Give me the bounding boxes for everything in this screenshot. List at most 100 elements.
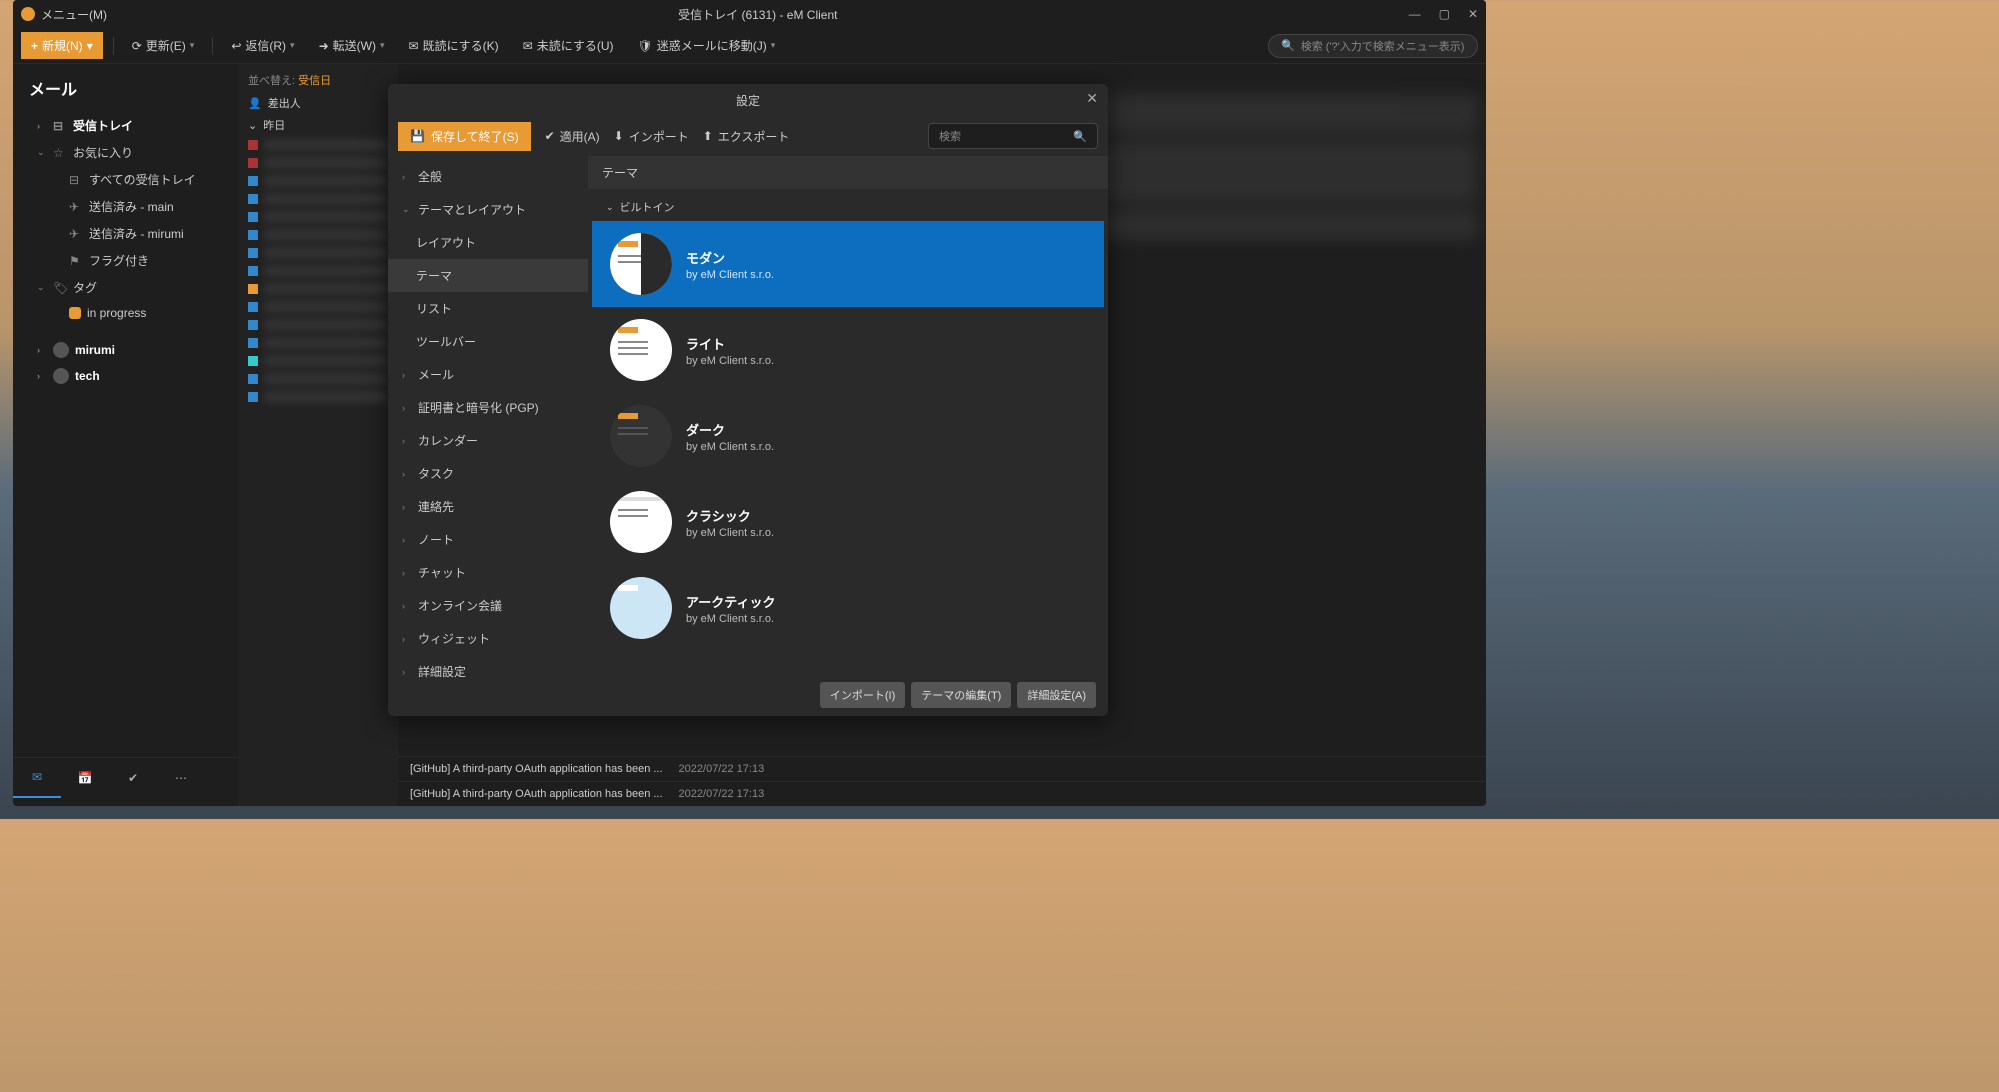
settings-dialog: 設定 ✕ 💾保存して終了(S) ✔適用(A) ⬇インポート ⬆エクスポート 検索… — [388, 84, 1108, 716]
search-icon: 🔍 — [1281, 39, 1295, 52]
close-icon[interactable]: ✕ — [1468, 7, 1478, 21]
nav-layout[interactable]: レイアウト — [388, 226, 588, 259]
theme-modern[interactable]: モダンby eM Client s.r.o. — [592, 221, 1104, 307]
sidebar-tag-inprogress[interactable]: in progress — [13, 301, 238, 325]
list-item[interactable] — [238, 388, 398, 406]
theme-arctic[interactable]: アークティックby eM Client s.r.o. — [592, 565, 1104, 651]
tag-color-icon — [69, 307, 81, 319]
list-item[interactable] — [238, 280, 398, 298]
list-item[interactable]: [GitHub] A third-party OAuth application… — [398, 756, 1486, 781]
theme-classic[interactable]: クラシックby eM Client s.r.o. — [592, 479, 1104, 565]
theme-light[interactable]: ライトby eM Client s.r.o. — [592, 307, 1104, 393]
nav-advanced[interactable]: ›詳細設定 — [388, 655, 588, 688]
sidebar-flagged[interactable]: ⚑フラグ付き — [13, 247, 238, 274]
list-item[interactable] — [238, 190, 398, 208]
send-icon: ✈ — [69, 200, 83, 214]
nav-pgp[interactable]: ›証明書と暗号化 (PGP) — [388, 391, 588, 424]
nav-contacts[interactable]: ›連絡先 — [388, 490, 588, 523]
new-button[interactable]: +新規(N)▾ — [21, 32, 103, 59]
search-input[interactable]: 🔍検索 ('?'入力で検索メニュー表示) — [1268, 34, 1478, 58]
sort-header[interactable]: 並べ替え: 受信日 — [238, 68, 398, 92]
check-icon: ✔ — [128, 771, 138, 785]
list-item[interactable] — [238, 334, 398, 352]
nav-list[interactable]: リスト — [388, 292, 588, 325]
list-item[interactable] — [238, 352, 398, 370]
send-icon: ✈ — [69, 227, 83, 241]
mail-icon: ✉ — [32, 770, 42, 784]
nav-tasks[interactable]: ✔ — [109, 758, 157, 798]
sidebar-favorites[interactable]: ⌄☆お気に入り — [13, 139, 238, 166]
markread-button[interactable]: ✉既読にする(K) — [401, 33, 507, 58]
markunread-button[interactable]: ✉未読にする(U) — [515, 33, 622, 58]
dialog-search-input[interactable]: 検索🔍 — [928, 123, 1098, 149]
nav-more[interactable]: ⋯ — [157, 758, 205, 798]
settings-page-title: テーマ — [588, 156, 1108, 189]
list-item[interactable]: [GitHub] A third-party OAuth application… — [398, 781, 1486, 806]
upload-icon: ⬆ — [703, 129, 713, 143]
theme-dark[interactable]: ダークby eM Client s.r.o. — [592, 393, 1104, 479]
sidebar: メール ›⊟受信トレイ ⌄☆お気に入り ⊟すべての受信トレイ ✈送信済み - m… — [13, 64, 238, 806]
nav-themelayout[interactable]: ⌄テーマとレイアウト — [388, 193, 588, 226]
avatar-icon — [53, 342, 69, 358]
sidebar-sent-main[interactable]: ✈送信済み - main — [13, 193, 238, 220]
maximize-icon[interactable]: ▢ — [1439, 7, 1450, 21]
search-icon: 🔍 — [1073, 130, 1087, 143]
import-button[interactable]: ⬇インポート — [614, 128, 689, 145]
nav-calendar[interactable]: 📅 — [61, 758, 109, 798]
bottom-nav: ✉ 📅 ✔ ⋯ — [13, 757, 238, 798]
sidebar-account-mirumi[interactable]: ›mirumi — [13, 337, 238, 363]
footer-import-button[interactable]: インポート(I) — [820, 682, 905, 708]
list-item[interactable] — [238, 298, 398, 316]
nav-meeting[interactable]: ›オンライン会議 — [388, 589, 588, 622]
nav-notes[interactable]: ›ノート — [388, 523, 588, 556]
nav-toolbar[interactable]: ツールバー — [388, 325, 588, 358]
apply-button[interactable]: ✔適用(A) — [545, 128, 600, 145]
settings-nav: ›全般 ⌄テーマとレイアウト レイアウト テーマ リスト ツールバー ›メール … — [388, 156, 588, 716]
nav-general[interactable]: ›全般 — [388, 160, 588, 193]
list-item[interactable] — [238, 226, 398, 244]
export-button[interactable]: ⬆エクスポート — [703, 128, 790, 145]
list-item[interactable] — [238, 154, 398, 172]
nav-calendar[interactable]: ›カレンダー — [388, 424, 588, 457]
list-item[interactable] — [238, 208, 398, 226]
nav-chat[interactable]: ›チャット — [388, 556, 588, 589]
junk-button[interactable]: 🛡迷惑メールに移動(J)▾ — [630, 33, 784, 58]
list-item[interactable] — [238, 262, 398, 280]
sidebar-inbox[interactable]: ›⊟受信トレイ — [13, 112, 238, 139]
reply-button[interactable]: ↩返信(R)▾ — [223, 33, 302, 58]
refresh-button[interactable]: ⟳更新(E)▾ — [124, 33, 203, 58]
sidebar-sent-mirumi[interactable]: ✈送信済み - mirumi — [13, 220, 238, 247]
star-icon: ☆ — [53, 146, 67, 160]
footer-advanced-button[interactable]: 詳細設定(A) — [1017, 682, 1096, 708]
tag-icon: 🏷 — [53, 281, 67, 295]
inbox-icon: ⊟ — [69, 173, 83, 187]
forward-button[interactable]: ➜転送(W)▾ — [311, 33, 393, 58]
nav-task[interactable]: ›タスク — [388, 457, 588, 490]
nav-mail[interactable]: ✉ — [13, 758, 61, 798]
list-item[interactable] — [238, 244, 398, 262]
footer-edit-button[interactable]: テーマの編集(T) — [911, 682, 1011, 708]
app-logo-icon — [21, 7, 35, 21]
sidebar-tags[interactable]: ⌄🏷タグ — [13, 274, 238, 301]
avatar-icon — [53, 368, 69, 384]
builtin-section[interactable]: ⌄ビルトイン — [592, 193, 1104, 221]
list-item[interactable] — [238, 316, 398, 334]
dialog-footer: インポート(I) テーマの編集(T) 詳細設定(A) — [588, 674, 1108, 716]
nav-theme[interactable]: テーマ — [388, 259, 588, 292]
sidebar-all-inbox[interactable]: ⊟すべての受信トレイ — [13, 166, 238, 193]
save-button[interactable]: 💾保存して終了(S) — [398, 122, 531, 151]
sender-row[interactable]: 👤差出人 — [238, 92, 398, 114]
nav-mail[interactable]: ›メール — [388, 358, 588, 391]
group-yesterday[interactable]: ⌄昨日 — [238, 114, 398, 136]
dialog-close-icon[interactable]: ✕ — [1086, 90, 1098, 107]
sidebar-account-tech[interactable]: ›tech — [13, 363, 238, 389]
titlebar: メニュー(M) 受信トレイ (6131) - eM Client — ▢ ✕ — [13, 0, 1486, 28]
list-item[interactable] — [238, 370, 398, 388]
minimize-icon[interactable]: — — [1409, 7, 1421, 21]
main-toolbar: +新規(N)▾ ⟳更新(E)▾ ↩返信(R)▾ ➜転送(W)▾ ✉既読にする(K… — [13, 28, 1486, 64]
mail-list: 並べ替え: 受信日 👤差出人 ⌄昨日 — [238, 64, 398, 806]
nav-widget[interactable]: ›ウィジェット — [388, 622, 588, 655]
menu-button[interactable]: メニュー(M) — [41, 6, 107, 23]
list-item[interactable] — [238, 136, 398, 154]
list-item[interactable] — [238, 172, 398, 190]
